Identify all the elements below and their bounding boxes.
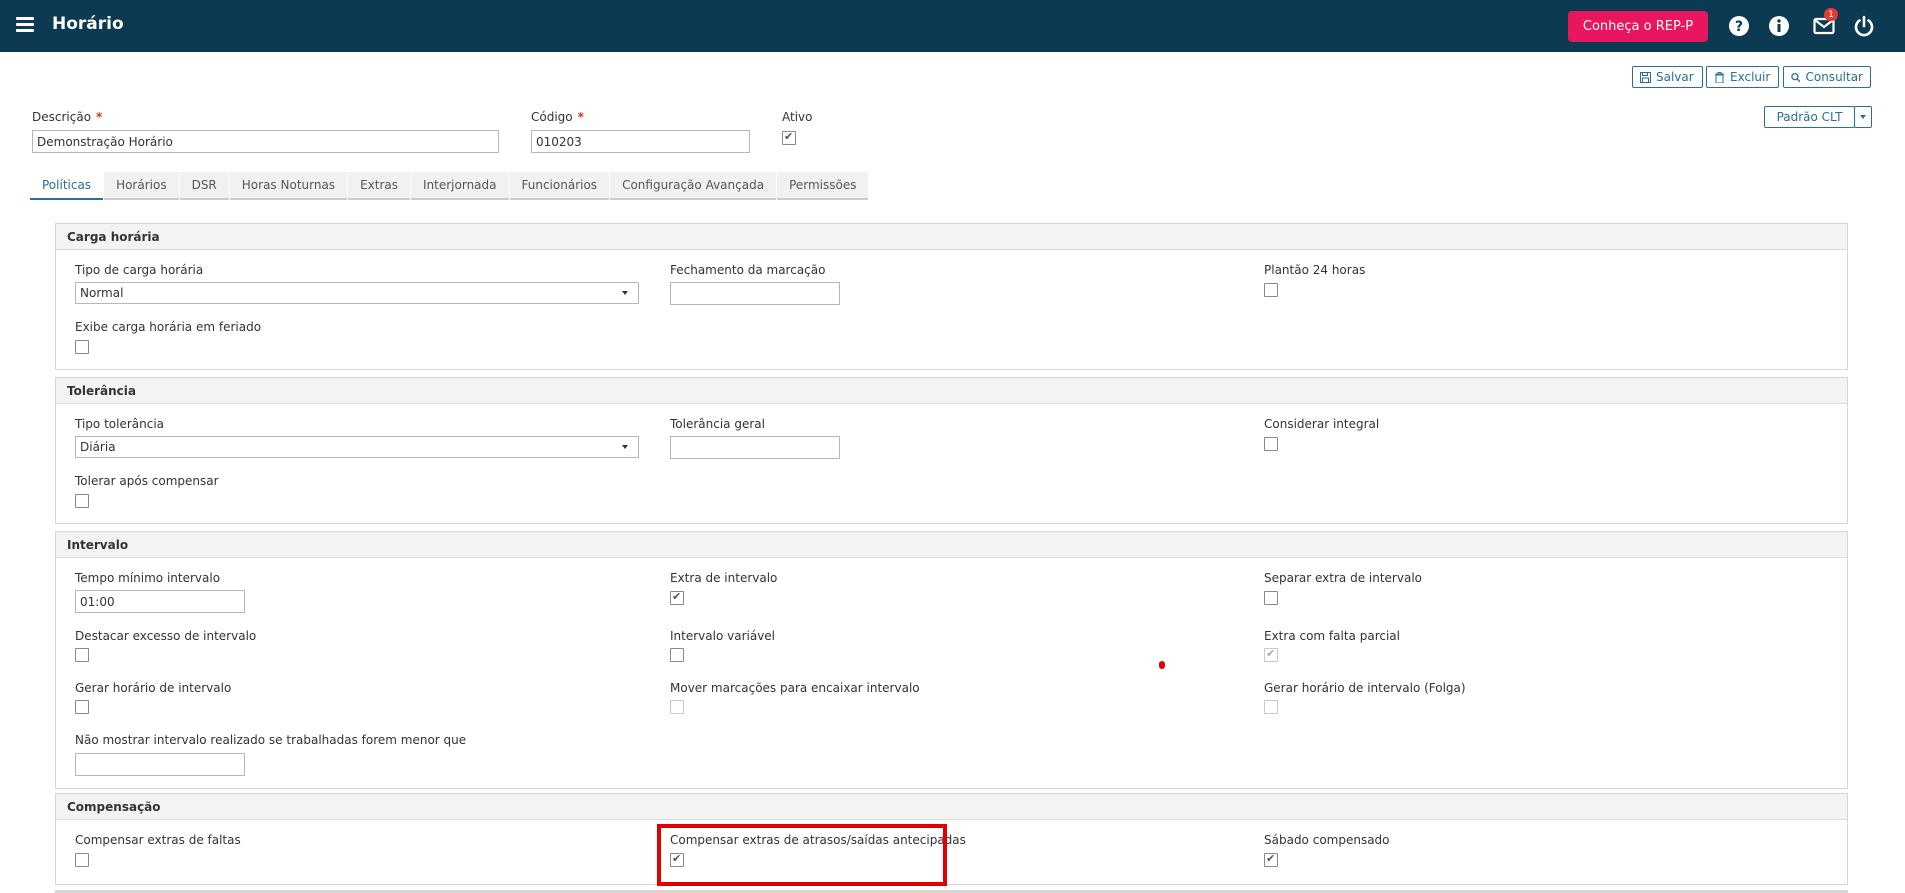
destacar-excesso-checkbox[interactable] — [75, 648, 89, 662]
gerar-folga-checkbox[interactable] — [1264, 700, 1278, 714]
tolerancia-geral-input[interactable] — [670, 436, 840, 459]
gerar-folga-label: Gerar horário de intervalo (Folga) — [1264, 681, 1466, 695]
fechamento-input[interactable] — [670, 282, 840, 305]
ativo-label: Ativo — [782, 110, 813, 124]
panel-tolerancia: Tolerância Tipo tolerância Diária Tolerâ… — [55, 377, 1848, 524]
panel-carga-horaria: Carga horária Tipo de carga horária Norm… — [55, 223, 1848, 370]
falta-parcial-label: Extra com falta parcial — [1264, 629, 1400, 643]
intervalo-variavel-label: Intervalo variável — [670, 629, 776, 643]
plantao-checkbox[interactable] — [1264, 283, 1278, 297]
separar-extra-label: Separar extra de intervalo — [1264, 571, 1422, 585]
required-mark: * — [577, 110, 584, 124]
highlight-annotation — [657, 824, 947, 886]
caret-down-icon — [622, 291, 628, 295]
cursor-marker — [1159, 661, 1165, 669]
plantao-label: Plantão 24 horas — [1264, 263, 1366, 277]
hamburger-menu-icon[interactable] — [16, 17, 34, 33]
ativo-checkbox[interactable] — [782, 130, 796, 145]
select-value: Normal — [80, 286, 124, 300]
info-icon[interactable] — [1768, 15, 1790, 37]
compensar-faltas-label: Compensar extras de faltas — [75, 833, 241, 847]
required-mark: * — [96, 110, 103, 124]
panel-compensacao: Compensação Compensar extras de faltas C… — [55, 793, 1848, 885]
padrao-clt-button[interactable]: Padrão CLT — [1764, 106, 1855, 128]
tolerancia-geral-label: Tolerância geral — [670, 417, 765, 431]
destacar-excesso-label: Destacar excesso de intervalo — [75, 629, 257, 643]
panel-intervalo: Intervalo Tempo mínimo intervalo 01:00 E… — [55, 531, 1848, 789]
tab-dsr[interactable]: DSR — [179, 172, 229, 200]
codigo-input[interactable]: 010203 — [531, 130, 750, 153]
rep-p-button[interactable]: Conheça o REP-P — [1568, 11, 1708, 42]
compensar-faltas-checkbox[interactable] — [75, 853, 89, 867]
considerar-integral-checkbox[interactable] — [1264, 437, 1278, 451]
tab-extras[interactable]: Extras — [348, 172, 410, 200]
delete-button[interactable]: Excluir — [1706, 66, 1779, 88]
search-label: Consultar — [1805, 70, 1863, 84]
save-icon — [1640, 71, 1651, 83]
descricao-label: Descrição * — [32, 110, 103, 124]
gerar-intervalo-checkbox[interactable] — [75, 700, 89, 714]
considerar-integral-label: Considerar integral — [1264, 417, 1380, 431]
sabado-compensado-checkbox[interactable] — [1264, 852, 1278, 867]
tempo-minimo-label: Tempo mínimo intervalo — [75, 571, 221, 585]
mover-marcacoes-label: Mover marcações para encaixar intervalo — [670, 681, 920, 695]
panel-title: Intervalo — [56, 532, 1847, 558]
search-icon — [1791, 72, 1801, 82]
tab-horarios[interactable]: Horários — [104, 172, 179, 200]
gerar-intervalo-label: Gerar horário de intervalo — [75, 681, 232, 695]
sabado-compensado-label: Sábado compensado — [1264, 833, 1390, 847]
separar-extra-checkbox[interactable] — [1264, 591, 1278, 605]
codigo-label: Código * — [531, 110, 584, 124]
tempo-minimo-input[interactable]: 01:00 — [75, 590, 245, 613]
descricao-input[interactable]: Demonstração Horário — [32, 130, 499, 153]
tipo-tolerancia-label: Tipo tolerância — [75, 417, 165, 431]
help-icon[interactable]: ? — [1728, 15, 1750, 37]
save-label: Salvar — [1656, 70, 1694, 84]
tab-politicas[interactable]: Políticas — [30, 172, 104, 200]
tab-interjornada[interactable]: Interjornada — [411, 172, 509, 200]
padrao-clt-dropdown[interactable] — [1854, 106, 1872, 128]
caret-down-icon — [1860, 115, 1866, 119]
panel-title: Carga horária — [56, 224, 1847, 250]
power-icon[interactable] — [1853, 15, 1875, 37]
tipo-carga-label: Tipo de carga horária — [75, 263, 204, 277]
intervalo-variavel-checkbox[interactable] — [670, 648, 684, 662]
svg-text:?: ? — [1735, 19, 1743, 35]
falta-parcial-checkbox[interactable] — [1264, 647, 1278, 662]
tab-permissoes[interactable]: Permissões — [777, 172, 869, 200]
tab-horas-noturnas[interactable]: Horas Noturnas — [229, 172, 348, 200]
search-button[interactable]: Consultar — [1783, 66, 1871, 88]
notification-badge: 1 — [1824, 8, 1838, 21]
feriado-label: Exibe carga horária em feriado — [75, 320, 262, 334]
mover-marcacoes-checkbox[interactable] — [670, 700, 684, 714]
tab-bar: Políticas Horários DSR Horas Noturnas Ex… — [30, 172, 869, 200]
panel-title: Compensação — [56, 794, 1847, 820]
tolerar-apos-checkbox[interactable] — [75, 494, 89, 508]
save-button[interactable]: Salvar — [1632, 66, 1703, 88]
caret-down-icon — [622, 445, 628, 449]
tab-configuracao-avancada[interactable]: Configuração Avançada — [610, 172, 777, 200]
fechamento-label: Fechamento da marcação — [670, 263, 826, 277]
page-title: Horário — [52, 14, 124, 34]
feriado-checkbox[interactable] — [75, 340, 89, 354]
tolerar-apos-label: Tolerar após compensar — [75, 474, 219, 488]
tipo-carga-select[interactable]: Normal — [75, 282, 639, 304]
extra-intervalo-checkbox[interactable] — [670, 590, 684, 605]
top-bar: Horário Conheça o REP-P ? 1 — [0, 0, 1905, 52]
tab-funcionarios[interactable]: Funcionários — [509, 172, 610, 200]
extra-intervalo-label: Extra de intervalo — [670, 571, 778, 585]
tipo-tolerancia-select[interactable]: Diária — [75, 436, 639, 458]
trash-icon — [1715, 71, 1724, 83]
panel-title: Tolerância — [56, 378, 1847, 404]
delete-label: Excluir — [1730, 70, 1771, 84]
nao-mostrar-label: Não mostrar intervalo realizado se traba… — [75, 733, 467, 747]
nao-mostrar-input[interactable] — [75, 753, 245, 776]
select-value: Diária — [80, 440, 116, 454]
